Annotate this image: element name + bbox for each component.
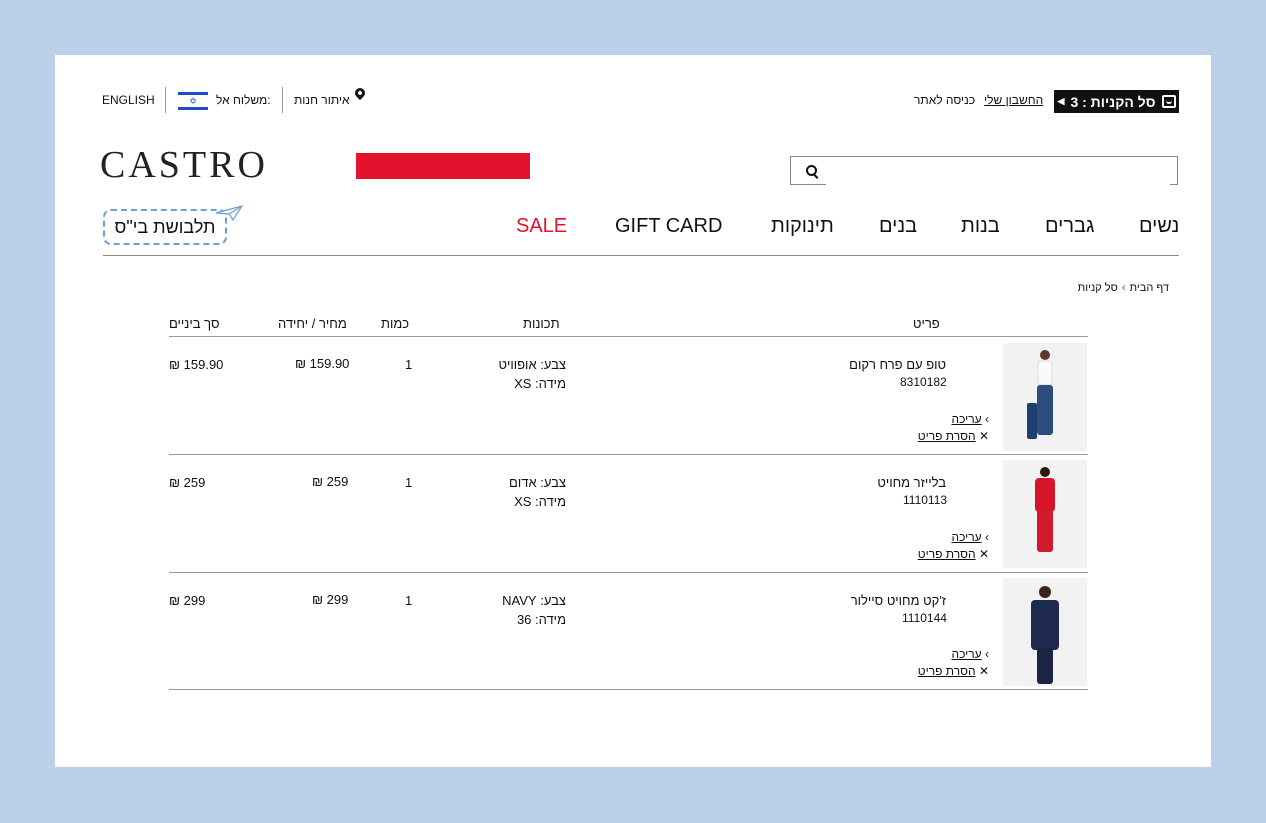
search-box[interactable] (790, 156, 1178, 185)
nav-divider (103, 255, 1179, 256)
remove-item-link[interactable]: ✕ הסרת פריט (918, 547, 989, 561)
product-name[interactable]: בלייזר מחויט (877, 475, 946, 490)
product-sku: 8310182 (900, 375, 947, 389)
header-subtotal: סך ביניים (169, 316, 220, 331)
product-unit-price: ₪ 299 (312, 592, 349, 607)
shopping-bag-icon (1161, 95, 1176, 108)
header-divider (169, 336, 1088, 337)
nav-gift-card[interactable]: GIFT CARD (615, 215, 722, 238)
product-subtotal: ₪ 259 (169, 475, 206, 490)
breadcrumb-home[interactable]: דף הבית (1130, 282, 1169, 294)
product-qty[interactable]: 1 (405, 593, 412, 608)
close-icon: ✕ (975, 547, 989, 561)
header-attributes: תכונות (523, 316, 560, 331)
divider (165, 87, 166, 113)
edit-item-link[interactable]: › עריכה (951, 647, 989, 661)
caret-left-icon: ◀ (1057, 96, 1065, 106)
school-uniform-button[interactable]: תלבושת בי"ס (103, 209, 227, 245)
language-link[interactable]: ENGLISH (102, 93, 155, 107)
chevron-right-icon: › (981, 530, 989, 544)
product-subtotal: ₪ 159.90 (169, 357, 224, 372)
row-divider (169, 689, 1088, 690)
ship-to-label: משלוח אל: (216, 93, 271, 107)
nav-men[interactable]: גברים (1045, 215, 1094, 238)
product-unit-price: ₪ 259 (312, 474, 349, 489)
school-uniform-label: תלבושת בי"ס (114, 216, 216, 237)
product-size: מידה: XS (514, 376, 566, 391)
divider (282, 87, 283, 113)
row-divider (169, 572, 1088, 573)
product-qty[interactable]: 1 (405, 475, 412, 490)
nav-boys[interactable]: בנים (879, 215, 917, 238)
breadcrumb-current: סל קניות (1077, 282, 1118, 294)
nav-girls[interactable]: בנות (961, 215, 1000, 238)
product-name[interactable]: טופ עם פרח רקום (849, 357, 946, 372)
remove-label[interactable]: הסרת פריט (918, 429, 976, 443)
search-input[interactable] (826, 157, 1170, 185)
paper-plane-icon (215, 205, 243, 221)
product-image-2[interactable] (1003, 460, 1087, 568)
cart-label: סל הקניות : 3 (1070, 93, 1156, 110)
brand-banner (356, 153, 530, 179)
product-size: מידה: 36 (516, 612, 566, 627)
row-divider (169, 454, 1088, 455)
header-unit-price: מחיר / יחידה (278, 316, 347, 331)
my-account-link[interactable]: החשבון שלי (984, 93, 1043, 107)
login-link[interactable]: כניסה לאתר (914, 93, 975, 107)
product-size: מידה: XS (514, 494, 566, 509)
chevron-icon: › (1121, 282, 1126, 294)
israel-flag-icon[interactable]: ✡ (178, 92, 208, 110)
product-sku: 1110113 (903, 493, 948, 507)
nav-babies[interactable]: תינוקות (771, 215, 834, 238)
chevron-right-icon: › (981, 647, 989, 661)
store-locator-link[interactable]: איתור חנות (294, 93, 350, 107)
cart-button[interactable]: סל הקניות : 3 ◀ (1054, 90, 1179, 113)
page-frame: סל הקניות : 3 ◀ החשבון שלי כניסה לאתר EN… (55, 55, 1211, 767)
edit-label[interactable]: עריכה (951, 412, 981, 426)
product-color: צבע: NAVY (502, 593, 566, 608)
breadcrumb: דף הבית ›סל קניות (1078, 282, 1169, 294)
edit-label[interactable]: עריכה (951, 647, 981, 661)
header-qty: כמות (381, 316, 410, 331)
product-image-1[interactable] (1003, 343, 1087, 451)
product-unit-price: ₪ 159.90 (295, 356, 350, 371)
edit-item-link[interactable]: › עריכה (951, 530, 989, 544)
close-icon: ✕ (975, 429, 989, 443)
product-image-3[interactable] (1003, 578, 1087, 686)
product-qty[interactable]: 1 (405, 357, 412, 372)
remove-label[interactable]: הסרת פריט (918, 664, 976, 678)
product-sku: 1110144 (902, 611, 947, 625)
close-icon: ✕ (975, 664, 989, 678)
edit-item-link[interactable]: › עריכה (951, 412, 989, 426)
product-subtotal: ₪ 299 (169, 593, 206, 608)
nav-sale[interactable]: SALE (516, 215, 567, 238)
header-item: פריט (913, 316, 940, 331)
castro-logo[interactable]: CASTRO (100, 143, 268, 187)
chevron-right-icon: › (981, 412, 989, 426)
location-pin-icon[interactable] (352, 85, 368, 101)
remove-item-link[interactable]: ✕ הסרת פריט (918, 429, 989, 443)
product-color: צבע: אדום (509, 475, 566, 490)
product-name[interactable]: ז'קט מחויט סיילור (851, 593, 946, 608)
product-color: צבע: אופוויט (498, 357, 566, 372)
nav-women[interactable]: נשים (1139, 215, 1179, 238)
search-icon[interactable] (806, 165, 817, 176)
remove-label[interactable]: הסרת פריט (918, 547, 976, 561)
remove-item-link[interactable]: ✕ הסרת פריט (918, 664, 989, 678)
edit-label[interactable]: עריכה (951, 530, 981, 544)
